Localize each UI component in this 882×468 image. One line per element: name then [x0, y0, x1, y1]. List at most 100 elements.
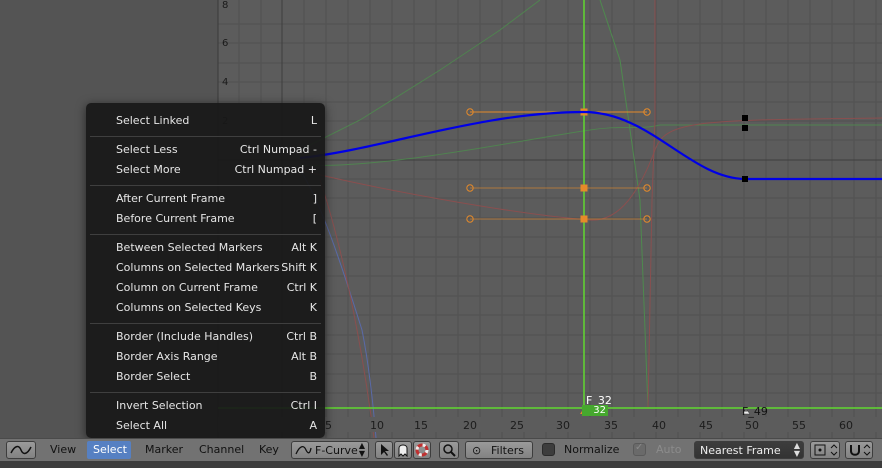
menu-view[interactable]: View — [50, 441, 76, 459]
filter-icon: ⊙ — [472, 444, 482, 457]
menu-item-select-linked[interactable]: Select Linked L — [86, 111, 325, 131]
menu-item-label: Select More — [116, 163, 181, 176]
curve-red-faint — [319, 179, 375, 438]
menu-item-shortcut: B — [309, 370, 317, 383]
menu-channel[interactable]: Channel — [199, 441, 244, 459]
menu-item-shortcut: Ctrl B — [286, 330, 317, 343]
menu-item-label: Column on Current Frame — [116, 281, 258, 294]
snap-dropdown[interactable]: Nearest Frame ▲ ▼ — [694, 441, 804, 459]
menu-key[interactable]: Key — [259, 441, 279, 459]
menu-item-shortcut: Ctrl K — [286, 281, 317, 294]
menu-item-border-axis-range[interactable]: Border Axis Range Alt B — [86, 347, 325, 367]
menu-item-label: After Current Frame — [116, 192, 225, 205]
filters-button[interactable]: ⊙ Filters — [465, 441, 533, 459]
x-tick-label: 20 — [463, 419, 477, 432]
only-errors-toggle[interactable] — [413, 441, 431, 459]
menu-item-column-on-current-frame[interactable]: Column on Current Frame Ctrl K — [86, 278, 325, 298]
keyframe-handles — [466, 108, 651, 223]
menu-item-between-selected-markers[interactable]: Between Selected Markers Alt K — [86, 238, 325, 258]
select-menu: Select Linked L Select Less Ctrl Numpad … — [86, 103, 325, 438]
menu-item-shortcut: [ — [312, 212, 317, 225]
normalize-checkbox[interactable] — [542, 443, 555, 456]
x-tick-label: 15 — [414, 419, 428, 432]
menu-item-shortcut: Ctrl Numpad + — [234, 163, 317, 176]
show-hidden-toggle[interactable] — [394, 441, 412, 459]
menu-item-after-current-frame[interactable]: After Current Frame ] — [86, 189, 325, 209]
menu-item-columns-on-selected-keys[interactable]: Columns on Selected Keys K — [86, 298, 325, 318]
curve-red — [299, 117, 882, 221]
curve-green-faint — [299, 0, 541, 151]
snap-label: Nearest Frame — [700, 444, 781, 457]
check-icon: ✓ — [635, 442, 644, 453]
menu-item-shortcut: K — [309, 301, 317, 314]
x-tick-label: 30 — [556, 419, 570, 432]
menu-item-label: Select Less — [116, 143, 178, 156]
y-tick-label: 6 — [222, 38, 229, 49]
editor-type-button[interactable] — [6, 441, 36, 459]
menu-item-label: Border Axis Range — [116, 350, 218, 363]
menu-item-label: Border Select — [116, 370, 191, 383]
menu-item-label: Between Selected Markers — [116, 241, 263, 254]
menu-item-columns-on-selected-markers[interactable]: Columns on Selected Markers Shift K — [86, 258, 325, 278]
pivot-dropdown[interactable] — [810, 441, 840, 459]
menu-item-select-all[interactable]: Select All A — [86, 416, 325, 436]
chevron-updown-icon: ▲ ▼ — [793, 441, 800, 458]
menu-item-label: Before Current Frame — [116, 212, 235, 225]
menu-item-shortcut: Shift K — [281, 261, 317, 274]
proportional-edit-button[interactable] — [845, 441, 873, 459]
menu-item-shortcut: ] — [312, 192, 317, 205]
mode-label: F-Curve — [315, 444, 358, 457]
keyframes-right — [742, 115, 748, 182]
menu-item-select-more[interactable]: Select More Ctrl Numpad + — [86, 160, 325, 180]
chevron-updown-icon: ▲ ▼ — [358, 441, 365, 458]
x-tick-label: 50 — [745, 419, 759, 432]
magnet-icon — [850, 444, 871, 456]
menu-item-border-select[interactable]: Border Select B — [86, 367, 325, 387]
menu-select[interactable]: Select — [93, 441, 127, 459]
curve-red-vertical — [647, 0, 656, 409]
x-tick-label: 45 — [699, 419, 713, 432]
menu-item-shortcut: A — [309, 419, 317, 432]
fcurve-icon — [295, 446, 312, 455]
curve-green-2 — [299, 124, 882, 167]
x-tick-label: 35 — [604, 419, 618, 432]
x-tick-label: 60 — [839, 419, 853, 432]
auto-label: Auto — [656, 443, 682, 456]
search-toggle[interactable] — [439, 441, 459, 459]
graph-editor-icon — [10, 445, 32, 455]
search-icon — [443, 444, 456, 457]
y-tick-label: 4 — [222, 77, 229, 88]
curve-green-vertical — [599, 0, 649, 409]
status-strip — [0, 461, 882, 468]
only-selected-toggle[interactable] — [375, 441, 393, 459]
menu-marker[interactable]: Marker — [145, 441, 183, 459]
menu-item-invert-selection[interactable]: Invert Selection Ctrl I — [86, 396, 325, 416]
menu-separator — [90, 234, 321, 235]
menu-item-border-include-handles[interactable]: Border (Include Handles) Ctrl B — [86, 327, 325, 347]
x-tick-label: 25 — [510, 419, 524, 432]
x-tick-label: 5 — [325, 419, 332, 432]
marker-label: F_49 — [742, 405, 768, 418]
menu-item-label: Border (Include Handles) — [116, 330, 254, 343]
menu-item-shortcut: Alt K — [291, 241, 317, 254]
menu-item-label: Invert Selection — [116, 399, 203, 412]
x-tick-label: 55 — [792, 419, 806, 432]
normalize-label: Normalize — [564, 443, 620, 456]
x-tick-label: 10 — [370, 419, 384, 432]
menu-separator — [90, 136, 321, 137]
menu-item-shortcut: Alt B — [291, 350, 317, 363]
pivot-center-icon — [814, 444, 838, 456]
menu-item-label: Columns on Selected Markers — [116, 261, 280, 274]
menu-item-before-current-frame[interactable]: Before Current Frame [ — [86, 209, 325, 229]
menu-item-select-less[interactable]: Select Less Ctrl Numpad - — [86, 140, 325, 160]
menu-item-label: Columns on Selected Keys — [116, 301, 262, 314]
menu-separator — [90, 392, 321, 393]
menu-item-label: Select All — [116, 419, 168, 432]
lifebuoy-icon — [415, 443, 429, 457]
mode-dropdown[interactable]: F-Curve ▲ ▼ — [291, 441, 369, 459]
fcurve-selected — [299, 110, 882, 181]
menu-separator — [90, 323, 321, 324]
current-frame-number[interactable]: 32 — [582, 405, 608, 416]
auto-checkbox[interactable]: ✓ — [633, 442, 646, 456]
menu-item-label: Select Linked — [116, 114, 190, 127]
